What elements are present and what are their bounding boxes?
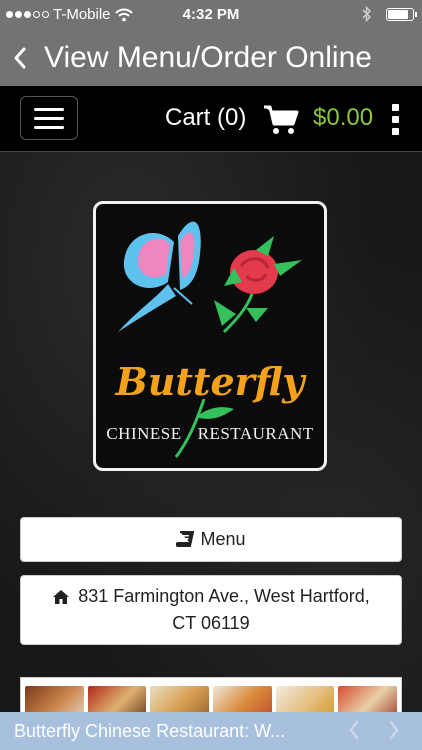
cart-link[interactable]: Cart (0)	[165, 104, 246, 132]
book-icon	[176, 531, 195, 547]
menu-button[interactable]: Menu	[20, 517, 402, 562]
main-content: Butterfly CHINESE RESTAURANT Menu 831 Far…	[0, 152, 422, 726]
hamburger-menu-button[interactable]	[20, 96, 78, 140]
banner-title: Butterfly Chinese Restaurant: W...	[14, 720, 286, 741]
banner-arrows	[348, 720, 400, 740]
chevron-left-icon[interactable]	[348, 720, 360, 740]
logo-sub-restaurant: RESTAURANT	[197, 424, 314, 443]
status-bar: T-Mobile 4:32 PM	[0, 0, 422, 30]
cart-icon[interactable]	[263, 104, 299, 136]
address-line1: 831 Farmington Ave., West Hartford,	[78, 586, 370, 606]
menu-button-label: Menu	[200, 529, 246, 549]
kebab-icon	[391, 104, 399, 111]
food-gallery[interactable]	[20, 677, 402, 726]
app-banner[interactable]: Butterfly Chinese Restaurant: W...	[0, 712, 422, 750]
hamburger-icon	[34, 107, 64, 111]
nav-title: View Menu/Order Online	[44, 41, 372, 74]
butterfly-rose-illustration	[118, 221, 302, 334]
navigation-bar: View Menu/Order Online	[0, 30, 422, 86]
restaurant-logo: Butterfly CHINESE RESTAURANT	[93, 201, 327, 471]
chevron-right-icon[interactable]	[388, 720, 400, 740]
more-options-button[interactable]	[388, 104, 402, 135]
battery-icon	[386, 7, 417, 21]
app-header: Cart (0) $0.00	[0, 86, 422, 152]
address-line1-row: 831 Farmington Ave., West Hartford,	[52, 583, 370, 610]
clock: 4:32 PM	[182, 6, 240, 23]
back-button[interactable]	[0, 46, 40, 70]
home-icon	[53, 589, 70, 604]
logo-word: Butterfly	[115, 359, 305, 404]
logo-subtitle: CHINESE RESTAURANT	[96, 424, 324, 444]
address-line2: CT 06119	[172, 613, 250, 633]
logo-sub-chinese: CHINESE	[106, 424, 182, 443]
cart-total: $0.00	[313, 104, 374, 131]
address-button[interactable]: 831 Farmington Ave., West Hartford, CT 0…	[20, 575, 402, 645]
status-bar-right	[362, 6, 417, 22]
bluetooth-icon	[362, 6, 372, 22]
chevron-left-icon	[14, 47, 26, 69]
